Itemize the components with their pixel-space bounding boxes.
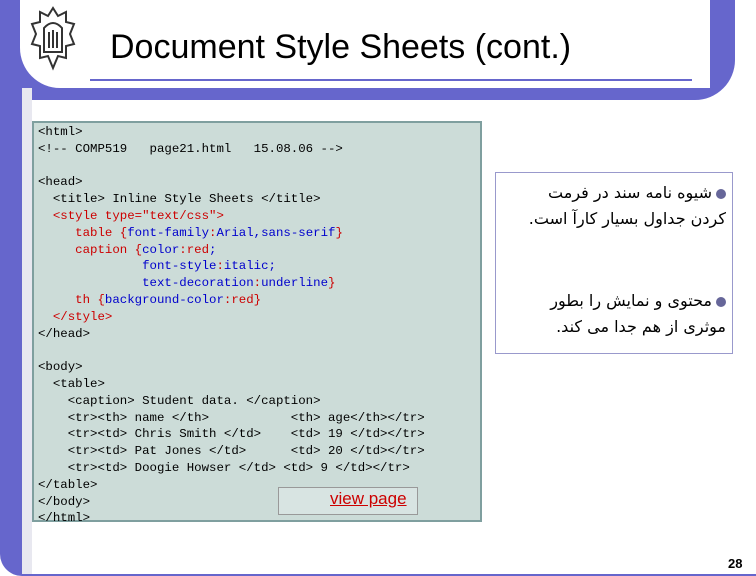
note-bullet-2: محتوی و نمایش را بطور موثری از هم جدا می… xyxy=(511,288,726,340)
code-line: font-style:italic; xyxy=(142,259,276,274)
university-crest-icon xyxy=(30,6,76,71)
code-line: </style> xyxy=(38,309,113,324)
code-line: <head> xyxy=(38,175,83,190)
slide-title: Document Style Sheets (cont.) xyxy=(110,28,572,66)
code-line: <caption> Student data. </caption> xyxy=(38,393,321,408)
code-line: <table> xyxy=(38,376,105,391)
code-line: </body> xyxy=(38,494,91,509)
left-shadow xyxy=(22,88,32,576)
code-line: <html> xyxy=(38,125,83,139)
code-line: <body> xyxy=(38,360,83,375)
code-line: table {font-family:Arial,sans-serif} xyxy=(38,225,343,240)
note-text: محتوی و نمایش را بطور موثری از هم جدا می… xyxy=(550,291,726,336)
code-line: </table> xyxy=(38,477,98,492)
code-line: <!-- COMP519 page21.html 15.08.06 --> xyxy=(38,141,343,156)
code-line: text-decoration:underline} xyxy=(142,276,336,291)
bullet-dot-icon xyxy=(716,296,726,307)
code-line: caption {color:red; xyxy=(38,242,217,257)
code-line: th {background-color:red} xyxy=(38,292,262,307)
code-line: </html> xyxy=(38,511,91,526)
code-line: <tr><td> Doogie Howser </td> <td> 9 </td… xyxy=(38,460,410,475)
page-number: 28 xyxy=(728,556,743,571)
left-band xyxy=(0,0,22,576)
code-line: <tr><td> Pat Jones </td> <td> 20 </td></… xyxy=(38,444,425,459)
code-line: <style type="text/css"> xyxy=(38,208,224,223)
code-line: <tr><td> Chris Smith </td> <td> 19 </td>… xyxy=(38,427,425,442)
code-line: <title> Inline Style Sheets </title> xyxy=(38,192,321,207)
bullet-dot-icon xyxy=(716,188,726,199)
view-page-link[interactable]: view page xyxy=(330,489,407,509)
title-underline xyxy=(90,79,692,81)
code-line: </head> xyxy=(38,326,91,341)
code-line: <tr><th> name </th> <th> age</th></tr> xyxy=(38,410,425,425)
html-source-code: <html> <!-- COMP519 page21.html 15.08.06… xyxy=(38,124,425,527)
note-bullet-1: شیوه نامه سند در فرمت کردن جداول بسیار ک… xyxy=(511,180,726,232)
note-text: شیوه نامه سند در فرمت کردن جداول بسیار ک… xyxy=(528,183,726,228)
